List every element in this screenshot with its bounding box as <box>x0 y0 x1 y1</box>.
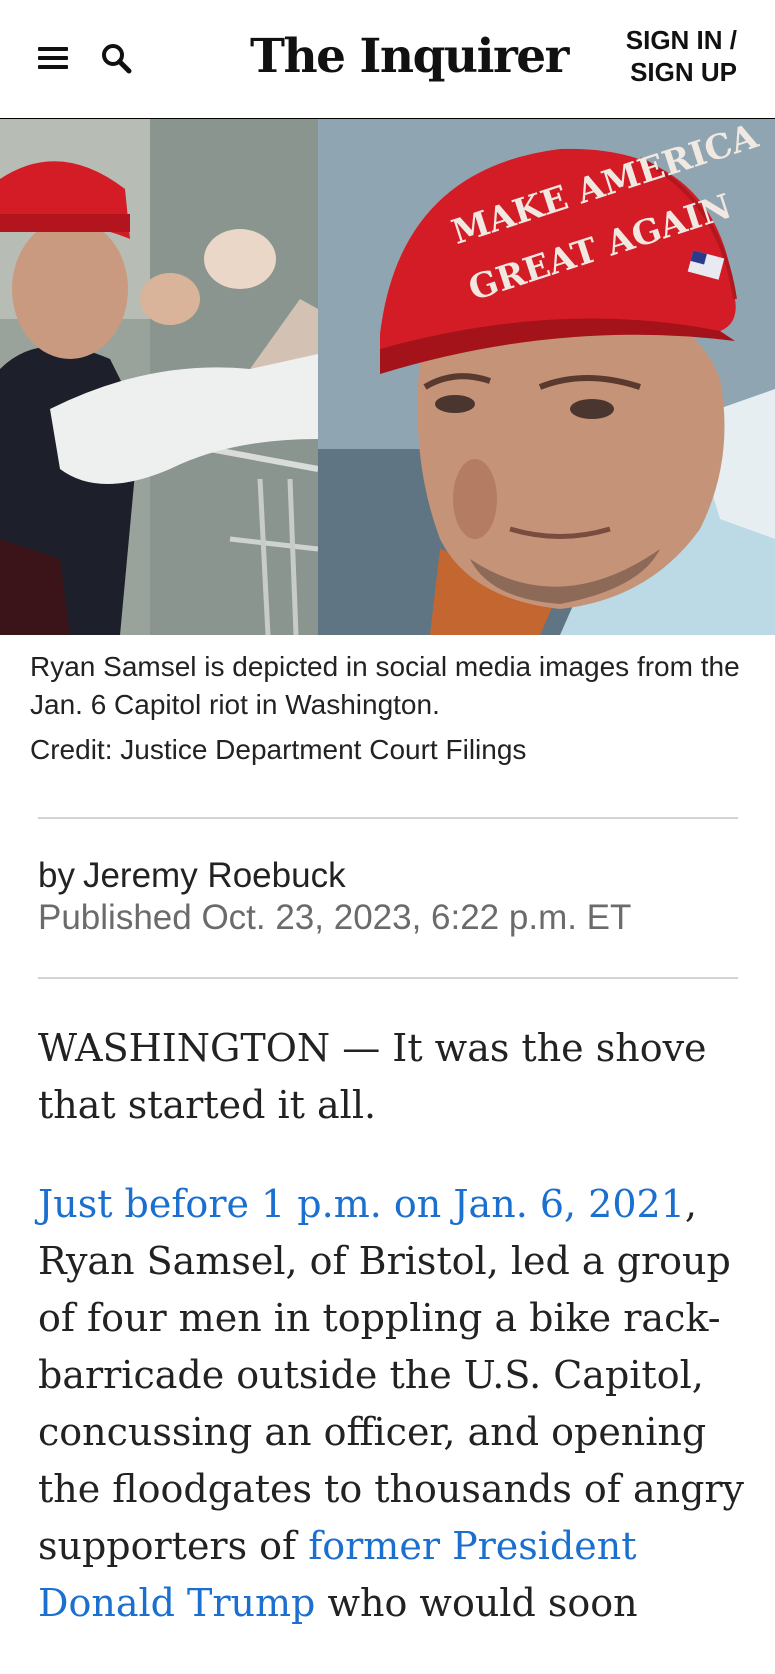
menu-button[interactable] <box>36 44 70 72</box>
left-photo-panel <box>0 119 319 635</box>
byline-prefix: by <box>38 856 75 895</box>
paragraph-text: , Ryan Samsel, of Bristol, led a group o… <box>38 1182 745 1568</box>
sign-in-label: SIGN IN / <box>625 25 737 55</box>
hamburger-menu-icon-bar <box>38 56 68 60</box>
divider-bottom <box>38 977 738 979</box>
search-button[interactable] <box>100 42 134 76</box>
hamburger-menu-icon <box>38 47 68 51</box>
article-body: WASHINGTON — It was the shove that start… <box>38 1020 758 1674</box>
published-date: Published Oct. 23, 2023, 6:22 p.m. ET <box>38 898 632 937</box>
site-logo[interactable]: The Inquirer <box>250 22 569 92</box>
site-header: The Inquirer SIGN IN / SIGN UP <box>0 0 775 119</box>
author-link[interactable]: Jeremy Roebuck <box>83 856 346 895</box>
sign-in-button[interactable]: SIGN IN / SIGN UP <box>537 24 737 88</box>
article-paragraph-1: WASHINGTON — It was the shove that start… <box>38 1026 707 1127</box>
right-photo-panel: MAKE AMERICA GREAT AGAIN <box>318 119 775 635</box>
paragraph-text-continued: who would soon <box>315 1581 638 1625</box>
article-paragraph-2: Just before 1 p.m. on Jan. 6, 2021, Ryan… <box>38 1176 758 1632</box>
image-caption: Ryan Samsel is depicted in social media … <box>30 651 740 720</box>
image-credit: Credit: Justice Department Court Filings <box>30 734 527 765</box>
byline: by Jeremy Roebuck <box>38 854 346 898</box>
hero-image: MAKE AMERICA GREAT AGAIN <box>0 119 775 635</box>
search-icon <box>102 44 132 74</box>
hamburger-menu-icon-bar <box>38 65 68 69</box>
date-link[interactable]: Just before 1 p.m. on Jan. 6, 2021 <box>38 1182 685 1226</box>
divider-top <box>38 817 738 819</box>
sign-up-label: SIGN UP <box>630 57 737 87</box>
